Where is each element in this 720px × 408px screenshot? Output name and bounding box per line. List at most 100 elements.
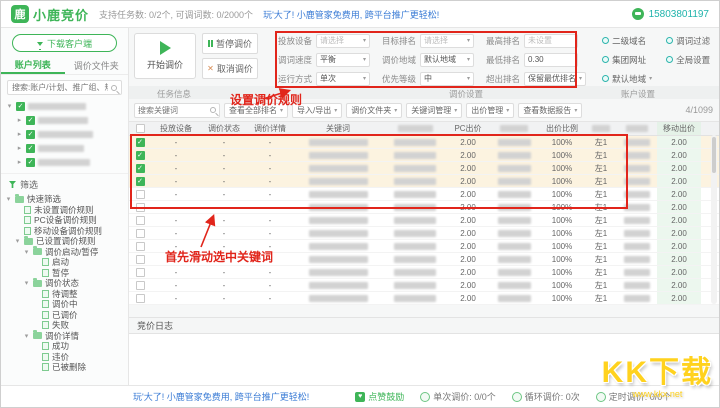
footer-promo-link[interactable]: 玩'大了! 小鹿管家免费用, 跨平台推广更轻松! (133, 390, 309, 403)
column-header[interactable] (383, 122, 447, 135)
setting-select[interactable]: 默认地域▾ (420, 53, 474, 67)
caret-icon[interactable]: ▾ (23, 248, 30, 256)
row-checkbox[interactable]: ✓ (136, 138, 145, 147)
table-row[interactable]: ---2.00100%左12.00 (129, 227, 719, 240)
status-item[interactable]: ♥点赞鼓励 (355, 390, 404, 403)
caret-icon[interactable]: ▾ (14, 237, 21, 245)
column-header[interactable]: PC出价 (447, 122, 489, 135)
download-client-button[interactable]: 下载客户端 (12, 34, 117, 52)
setting-input[interactable]: 未设置 (524, 34, 578, 48)
caret-icon[interactable]: ▸ (16, 116, 23, 124)
row-checkbox[interactable]: ✓ (136, 177, 145, 186)
table-row[interactable]: ✓---2.00100%左12.00 (129, 162, 719, 175)
account-tree-item[interactable]: ▸✓ (1, 141, 128, 155)
chat-icon[interactable] (632, 8, 644, 20)
tree-checkbox[interactable]: ✓ (26, 144, 35, 153)
sidebar-search-input[interactable] (12, 83, 108, 92)
caret-icon[interactable]: ▾ (5, 195, 12, 203)
start-bidding-button[interactable]: 开始调价 (134, 33, 196, 79)
cancel-bidding-button[interactable]: ✕ 取消调价 (202, 58, 258, 79)
pause-bidding-button[interactable]: 暂停调价 (202, 33, 258, 54)
row-checkbox[interactable]: ✓ (136, 164, 145, 173)
column-header[interactable]: 投放设备 (151, 122, 201, 135)
filter-dropdown[interactable]: 查看全部排名▾ (224, 103, 288, 118)
quick-filter-item[interactable]: 已被删除 (1, 362, 128, 373)
row-checkbox[interactable] (136, 190, 145, 199)
tree-checkbox[interactable]: ✓ (26, 158, 35, 167)
table-row[interactable]: ---2.00100%左12.00 (129, 188, 719, 201)
status-item[interactable]: 单次调价: 0/0个 (420, 390, 496, 403)
tree-checkbox[interactable]: ✓ (16, 102, 25, 111)
setting-select[interactable]: 中▾ (420, 72, 474, 86)
filter-dropdown[interactable]: 调价文件夹▾ (346, 103, 402, 118)
tab-account-list[interactable]: 账户列表 (1, 56, 65, 74)
caret-icon (32, 269, 39, 276)
quick-option[interactable]: 调词过滤 (666, 35, 710, 47)
table-row[interactable]: ---2.00100%左12.00 (129, 201, 719, 214)
row-checkbox[interactable] (136, 203, 145, 212)
status-item[interactable]: 定时调价: 0/0个 (596, 390, 672, 403)
filter-dropdown[interactable]: 关键词管理▾ (406, 103, 462, 118)
table-row[interactable]: ---2.00100%左12.00 (129, 240, 719, 253)
account-tree-item[interactable]: ▾✓ (1, 99, 128, 113)
cell-device: - (151, 266, 201, 278)
row-checkbox[interactable]: ✓ (136, 151, 145, 160)
caret-icon[interactable]: ▸ (16, 144, 23, 152)
caret-icon[interactable]: ▸ (16, 130, 23, 138)
setting-select[interactable]: 请选择▾ (316, 34, 370, 48)
quick-option[interactable]: 集团网址 (602, 54, 652, 66)
scrollbar-thumb[interactable] (712, 137, 716, 173)
filter-dropdown[interactable]: 导入/导出▾ (292, 103, 342, 118)
setting-select[interactable]: 请选择▾ (420, 34, 474, 48)
setting-select[interactable]: 平衡▾ (316, 53, 370, 67)
download-client-label: 下载客户端 (47, 37, 92, 50)
table-row[interactable]: ---2.00100%左12.00 (129, 279, 719, 292)
promo-link[interactable]: 玩'大了! 小鹿管家免费用, 跨平台推广更轻松! (263, 8, 439, 21)
table-row[interactable]: ---2.00100%左12.00 (129, 253, 719, 266)
table-row[interactable]: ---2.00100%左12.00 (129, 292, 719, 305)
row-checkbox[interactable] (136, 242, 145, 251)
column-header[interactable] (489, 122, 539, 135)
account-tree-item[interactable]: ▸✓ (1, 127, 128, 141)
account-tree-item[interactable]: ▸✓ (1, 113, 128, 127)
keyword-search-input[interactable] (138, 106, 208, 115)
column-header[interactable] (617, 122, 657, 135)
quick-option[interactable]: 全局设置 (666, 54, 710, 66)
caret-icon[interactable]: ▾ (23, 332, 30, 340)
setting-select[interactable]: 保留最优排名▾ (524, 72, 586, 86)
tree-checkbox[interactable]: ✓ (26, 130, 35, 139)
table-row[interactable]: ✓---2.00100%左12.00 (129, 149, 719, 162)
row-checkbox[interactable] (136, 294, 145, 303)
column-header[interactable]: 关键词 (293, 122, 383, 135)
column-header[interactable]: 调价详情 (247, 122, 293, 135)
select-all-checkbox[interactable] (136, 124, 145, 133)
column-header[interactable] (585, 122, 617, 135)
caret-icon[interactable]: ▾ (6, 102, 13, 110)
tab-price-folder[interactable]: 调价文件夹 (65, 56, 129, 74)
table-scrollbar[interactable] (711, 135, 717, 304)
account-tree-item[interactable]: ▸✓ (1, 155, 128, 169)
column-header[interactable]: 移动出价 (657, 122, 701, 135)
row-checkbox[interactable] (136, 268, 145, 277)
filter-dropdown[interactable]: 出价管理▾ (466, 103, 514, 118)
status-item[interactable]: 循环调价: 0次 (512, 390, 580, 403)
column-header[interactable]: 调价状态 (201, 122, 247, 135)
bid-log-bar[interactable]: 竞价日志 (129, 317, 719, 334)
table-row[interactable]: ✓---2.00100%左12.00 (129, 136, 719, 149)
column-header[interactable]: 出价比例 (539, 122, 585, 135)
table-row[interactable]: ---2.00100%左12.00 (129, 266, 719, 279)
table-row[interactable]: ✓---2.00100%左12.00 (129, 175, 719, 188)
filter-dropdown[interactable]: 查看数据报告▾ (518, 103, 582, 118)
quick-option[interactable]: 二级域名 (602, 35, 652, 47)
setting-select[interactable]: 单次▾ (316, 72, 370, 86)
tree-checkbox[interactable]: ✓ (26, 116, 35, 125)
row-checkbox[interactable] (136, 216, 145, 225)
caret-icon[interactable]: ▸ (16, 158, 23, 166)
quick-option[interactable]: 默认地域▾ (602, 73, 652, 85)
row-checkbox[interactable] (136, 255, 145, 264)
row-checkbox[interactable] (136, 229, 145, 238)
table-row[interactable]: ---2.00100%左12.00 (129, 214, 719, 227)
row-checkbox[interactable] (136, 281, 145, 290)
setting-input[interactable]: 0.30 (524, 53, 578, 67)
caret-icon[interactable]: ▾ (23, 279, 30, 287)
